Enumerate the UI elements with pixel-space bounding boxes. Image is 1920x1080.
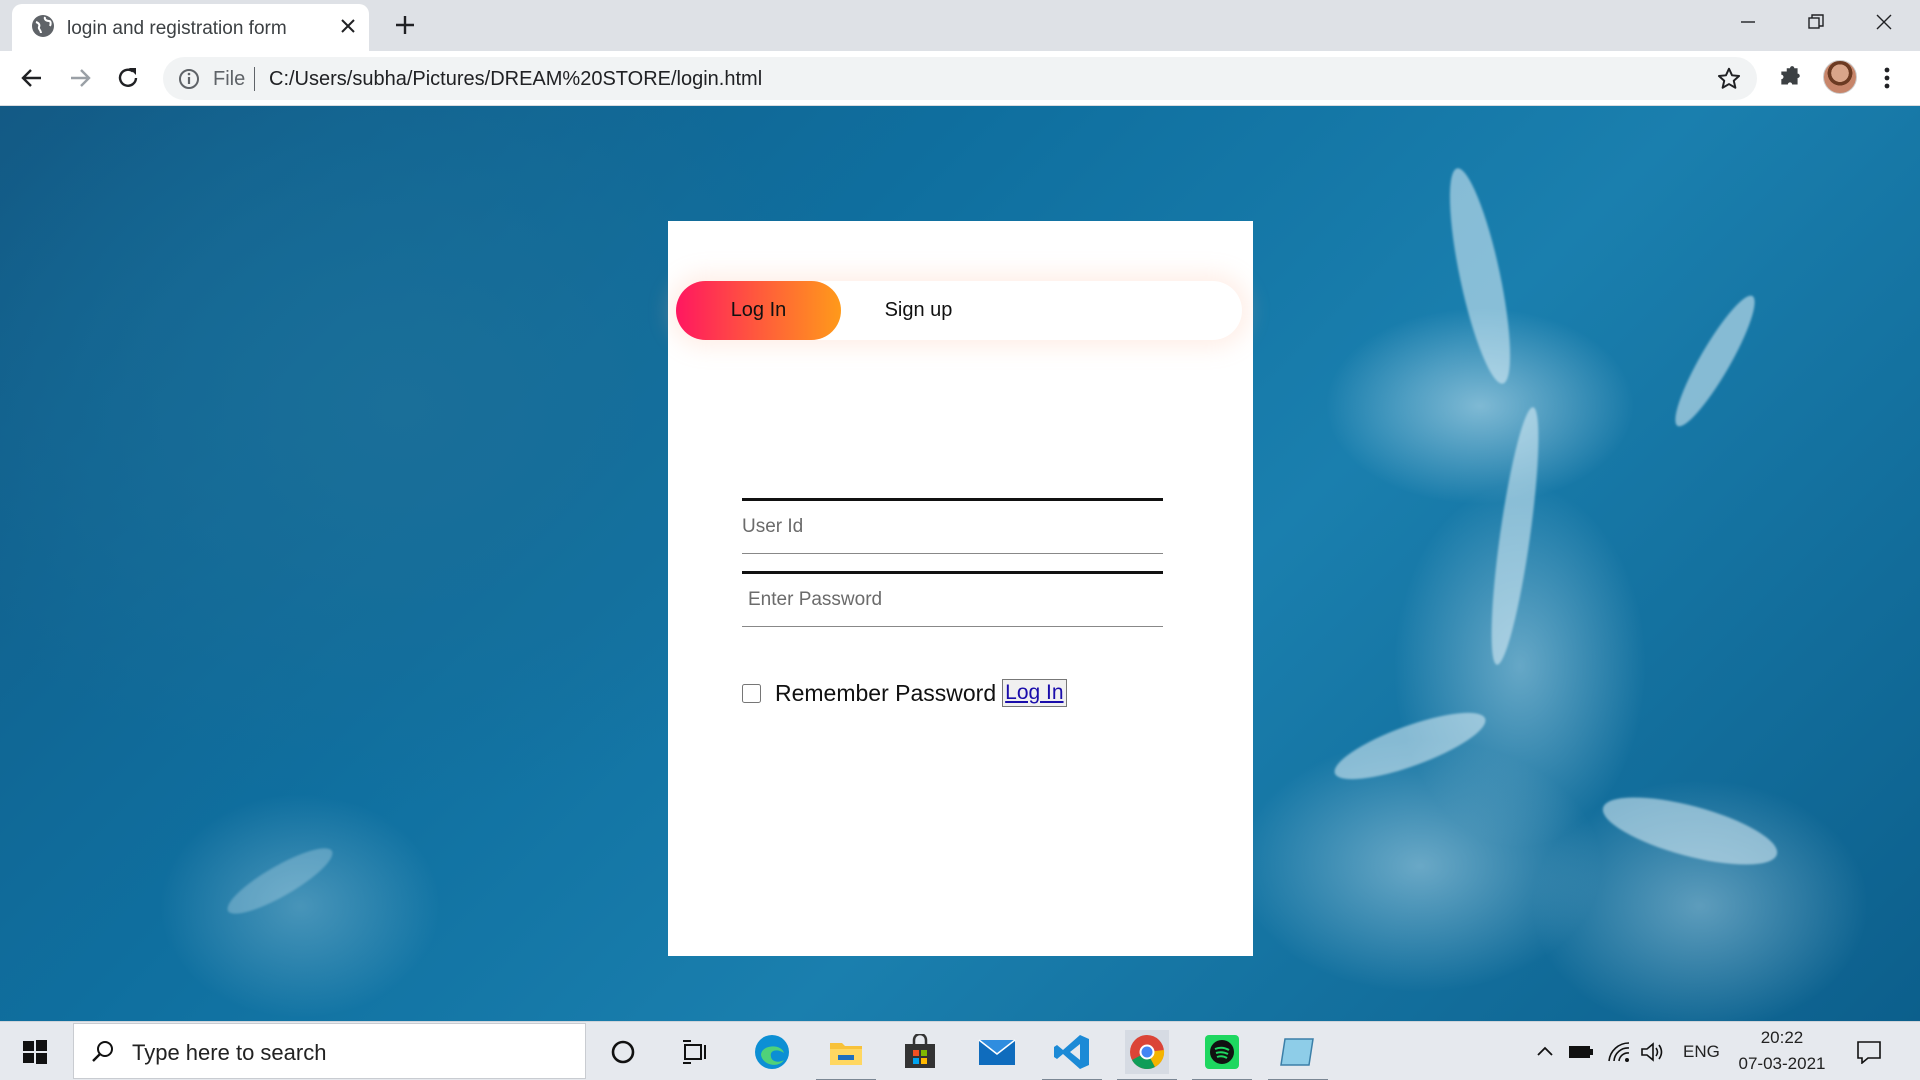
login-card: Log In Sign up Remember Password Log In (668, 221, 1253, 956)
water-foam (1437, 164, 1523, 388)
address-url[interactable]: C:/Users/subha/Pictures/DREAM%20STORE/lo… (269, 68, 762, 91)
remember-checkbox[interactable] (742, 683, 761, 703)
search-placeholder: Type here to search (132, 1040, 327, 1065)
mail-icon[interactable] (975, 1030, 1019, 1074)
tab-title: login and registration form (67, 18, 287, 39)
taskview-icon[interactable] (673, 1030, 717, 1074)
star-icon[interactable] (1716, 66, 1742, 92)
remember-label: Remember Password (775, 679, 997, 706)
menu-icon[interactable] (1871, 62, 1903, 94)
taskbar-search[interactable]: Type here to search (73, 1023, 586, 1079)
plus-icon[interactable] (392, 12, 418, 38)
water-foam (220, 838, 340, 924)
address-bar[interactable]: File C:/Users/subha/Pictures/DREAM%20STO… (163, 57, 1757, 100)
chevron-up-icon[interactable] (1535, 1039, 1555, 1065)
notepad-icon[interactable] (1268, 1030, 1328, 1080)
battery-icon[interactable] (1568, 1039, 1594, 1065)
reload-icon[interactable] (112, 62, 144, 94)
forward-icon[interactable] (64, 62, 96, 94)
search-icon (92, 1041, 113, 1062)
browser-toolbar: File C:/Users/subha/Pictures/DREAM%20STO… (0, 51, 1920, 106)
clock-time: 20:22 (1760, 1028, 1804, 1047)
windows-icon[interactable] (14, 1036, 56, 1068)
user-id-input[interactable] (742, 498, 1163, 554)
tab-strip: login and registration form (0, 0, 1920, 51)
system-clock[interactable]: 20:22 07-03-2021 (1732, 1025, 1832, 1077)
explorer-icon[interactable] (816, 1030, 876, 1080)
spotify-icon[interactable] (1192, 1030, 1252, 1080)
water-foam (1596, 783, 1784, 879)
store-icon[interactable] (898, 1030, 942, 1074)
back-icon[interactable] (16, 62, 48, 94)
water-foam (1482, 405, 1548, 667)
wifi-icon[interactable] (1607, 1039, 1631, 1065)
address-scheme: File (213, 68, 246, 90)
login-submit-link[interactable]: Log In (1002, 679, 1067, 707)
address-separator (254, 67, 255, 91)
vscode-icon[interactable] (1042, 1030, 1102, 1080)
notification-icon[interactable] (1856, 1039, 1882, 1065)
cortana-icon[interactable] (601, 1030, 645, 1074)
close-window-icon[interactable] (1866, 8, 1902, 36)
signup-tab-button[interactable]: Sign up (841, 281, 996, 340)
water-foam (1327, 699, 1493, 793)
info-icon[interactable] (177, 67, 201, 91)
page-background: Log In Sign up Remember Password Log In (0, 106, 1920, 1021)
clock-date: 07-03-2021 (1738, 1054, 1826, 1073)
login-tab-button[interactable]: Log In (676, 281, 841, 340)
restore-icon[interactable] (1798, 8, 1834, 36)
minimize-icon[interactable] (1730, 8, 1766, 36)
close-icon[interactable] (337, 15, 359, 37)
extensions-icon[interactable] (1774, 62, 1806, 94)
password-input[interactable] (742, 571, 1163, 627)
taskbar: Type here to search ENG 20:22 07-03-2021 (0, 1021, 1920, 1080)
language-indicator[interactable]: ENG (1683, 1039, 1720, 1065)
volume-icon[interactable] (1640, 1039, 1666, 1065)
water-foam (1664, 288, 1766, 434)
edge-icon[interactable] (750, 1030, 794, 1074)
avatar[interactable] (1823, 60, 1857, 94)
remember-row: Remember Password Log In (742, 679, 1067, 707)
form-toggle: Log In Sign up (676, 281, 1242, 340)
globe-icon (32, 15, 54, 37)
chrome-icon[interactable] (1117, 1030, 1177, 1080)
browser-tab[interactable]: login and registration form (12, 4, 369, 51)
